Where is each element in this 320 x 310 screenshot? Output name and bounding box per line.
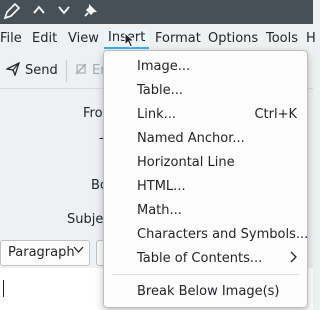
menu-item-image[interactable]: Image... (137, 58, 190, 76)
menu-item-table-of-contents[interactable]: Table of Contents... (137, 250, 262, 268)
menu-item-table[interactable]: Table... (137, 82, 183, 100)
app-pen-icon (3, 2, 21, 25)
mouse-pointer-icon (124, 31, 136, 52)
chevron-right-icon (289, 250, 297, 268)
insert-menu-popup: Image... Table... Link... Ctrl+K Named A… (103, 50, 308, 308)
menu-options[interactable]: Options (208, 31, 258, 47)
menu-edit[interactable]: Edit (32, 31, 57, 47)
menu-item-math[interactable]: Math... (137, 202, 182, 220)
send-label: Send (25, 63, 58, 78)
menu-file[interactable]: File (0, 31, 22, 47)
text-caret (3, 280, 4, 297)
keep-above-icon[interactable] (30, 2, 48, 22)
menu-item-named-anchor[interactable]: Named Anchor... (137, 130, 245, 148)
encrypt-icon (74, 62, 88, 81)
menu-item-html[interactable]: HTML... (137, 178, 186, 196)
menu-item-link[interactable]: Link... (137, 106, 176, 124)
keep-below-icon[interactable] (55, 2, 73, 22)
toolbar-separator (66, 60, 67, 82)
paragraph-style-value: Paragraph (8, 245, 75, 260)
menu-help[interactable]: H (306, 31, 316, 47)
from-label: Fro (83, 106, 103, 121)
menu-format[interactable]: Format (155, 31, 201, 47)
menu-separator (112, 274, 299, 275)
send-button[interactable]: Send (4, 61, 58, 81)
chevron-down-icon (73, 244, 84, 258)
menu-item-characters-symbols[interactable]: Characters and Symbols... (137, 226, 308, 244)
paragraph-style-select[interactable]: Paragraph (0, 240, 90, 266)
menu-tools[interactable]: Tools (266, 31, 298, 47)
menu-bar: File Edit View Insert Format Options Too… (0, 26, 316, 52)
menu-item-horizontal-line[interactable]: Horizontal Line (137, 154, 235, 172)
menu-view[interactable]: View (68, 31, 99, 47)
subject-label: Subje (67, 212, 104, 227)
title-bar (0, 0, 313, 24)
pin-icon[interactable] (82, 2, 100, 22)
link-shortcut: Ctrl+K (254, 107, 297, 122)
menu-item-break-below-images[interactable]: Break Below Image(s) (137, 283, 279, 301)
send-icon (4, 61, 21, 81)
